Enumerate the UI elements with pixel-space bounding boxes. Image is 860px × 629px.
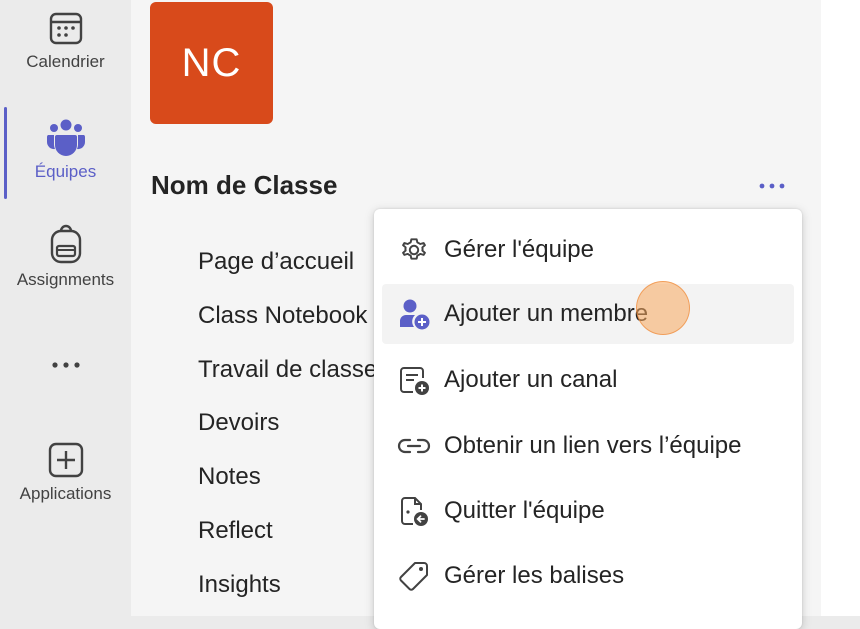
more-options-icon [759, 183, 785, 189]
team-context-menu: Gérer l'équipe Ajouter un membre Ajouter… [374, 209, 802, 629]
channel-item[interactable]: Notes [198, 463, 261, 491]
menu-item-leave-team[interactable]: Quitter l'équipe [382, 481, 794, 541]
channel-item[interactable]: Class Notebook [198, 302, 367, 330]
link-icon [396, 436, 432, 456]
add-channel-icon [396, 363, 432, 397]
channel-item[interactable]: Page d’accueil [198, 248, 354, 276]
add-person-icon [396, 297, 432, 331]
main-content-area [821, 0, 860, 616]
leave-icon [396, 494, 432, 528]
gear-icon [396, 234, 432, 266]
menu-item-manage-team[interactable]: Gérer l'équipe [382, 220, 794, 280]
menu-item-get-link[interactable]: Obtenir un lien vers l’équipe [382, 416, 794, 476]
menu-item-manage-tags[interactable]: Gérer les balises [382, 546, 794, 606]
menu-item-add-member[interactable]: Ajouter un membre [382, 284, 794, 344]
menu-item-add-channel[interactable]: Ajouter un canal [382, 350, 794, 410]
menu-item-label: Obtenir un lien vers l’équipe [444, 432, 742, 459]
channel-item[interactable]: Travail de classe [198, 356, 377, 384]
menu-item-label: Quitter l'équipe [444, 497, 605, 524]
channel-item[interactable]: Insights [198, 571, 281, 599]
channel-item[interactable]: Reflect [198, 517, 273, 545]
menu-item-label: Ajouter un canal [444, 366, 618, 393]
channel-list: Page d’accueil Class Notebook Travail de… [0, 0, 380, 616]
more-options-button[interactable] [752, 172, 792, 200]
click-indicator [636, 281, 690, 335]
menu-item-label: Gérer les balises [444, 562, 625, 589]
menu-item-label: Ajouter un membre [444, 300, 649, 327]
tag-icon [396, 560, 432, 592]
channel-item[interactable]: Devoirs [198, 409, 279, 437]
menu-item-label: Gérer l'équipe [444, 236, 594, 263]
